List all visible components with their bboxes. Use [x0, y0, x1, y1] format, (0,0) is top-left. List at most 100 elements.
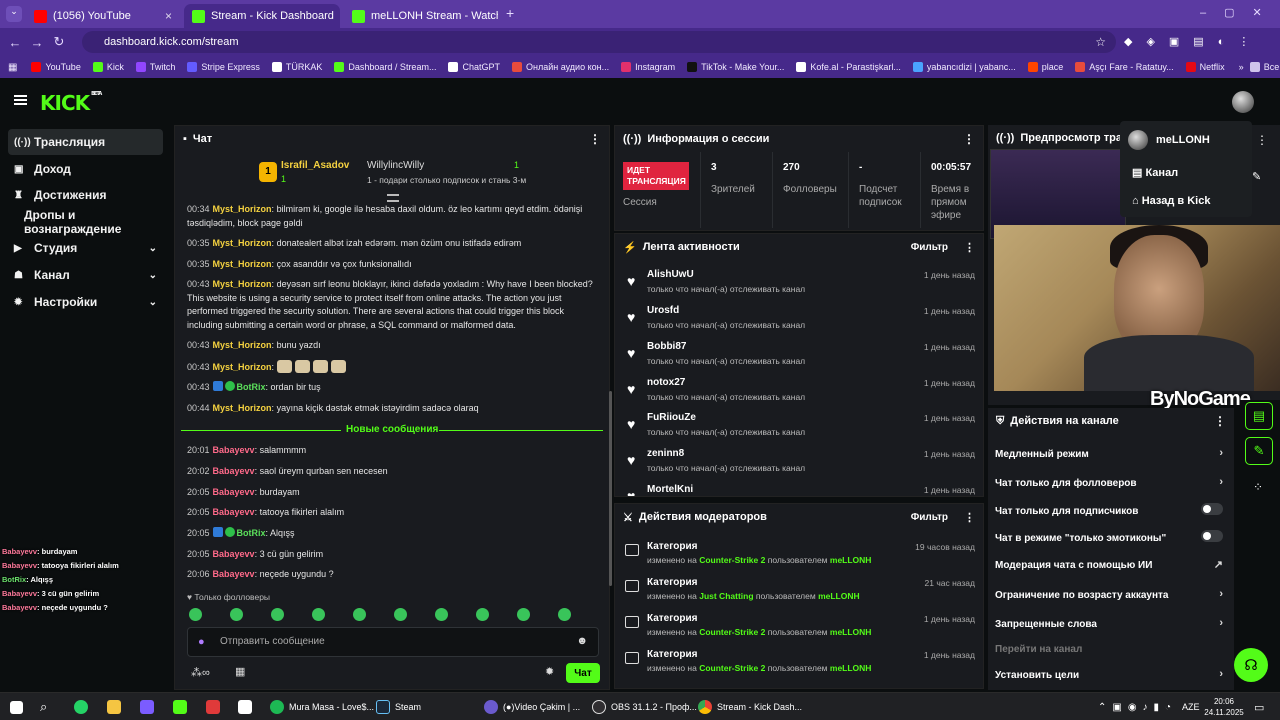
microphone-icon[interactable]: ● — [198, 636, 205, 648]
bookmark-dashboard[interactable]: Dashboard / Stream... — [328, 62, 442, 72]
emote-icon[interactable] — [435, 608, 448, 621]
emote-icon[interactable] — [353, 608, 366, 621]
bookmark-tiktok[interactable]: TikTok - Make Your... — [681, 62, 790, 72]
bookmark-yabanci[interactable]: yabancıdizi | yabanc... — [907, 62, 1022, 72]
emote-icon[interactable] — [517, 608, 530, 621]
bookmark-instagram[interactable]: Instagram — [615, 62, 681, 72]
whatsapp-icon[interactable] — [74, 697, 88, 717]
sidebar-item-studio[interactable]: ▶ Студия ⌄ — [8, 235, 163, 261]
bookmark-chatgpt[interactable]: ChatGPT — [442, 62, 506, 72]
sidebar-item-income[interactable]: ▣ Доход — [8, 156, 163, 182]
activity-item[interactable]: ♥ zeninn8 только что начал(-а) отслеживать… — [615, 446, 983, 482]
activity-item[interactable]: ♥ Bobbi87 только что начал(-а) отслеживать… — [615, 339, 983, 375]
bookmark-audio[interactable]: Онлайн аудио кон... — [506, 62, 615, 72]
close-tab-icon[interactable]: × — [165, 9, 172, 23]
back-icon[interactable]: ← — [4, 35, 26, 50]
bookmark-star-icon[interactable]: ☆ — [1095, 35, 1106, 49]
action-subscribers-only[interactable]: Чат только для подписчиков — [995, 503, 1227, 517]
bookmark-turkak[interactable]: TÜRKAK — [266, 62, 329, 72]
emote-icon[interactable] — [394, 608, 407, 621]
gift-icon[interactable]: ▦ — [235, 665, 245, 678]
mod-action-item[interactable]: Категория изменено на Counter-Strike 2 по… — [615, 647, 983, 683]
bookmark-place[interactable]: place — [1022, 62, 1070, 72]
filter-button[interactable]: Фильтр — [911, 512, 948, 523]
window-controls[interactable]: –▢✕ — [1200, 6, 1280, 19]
msg-user[interactable]: Myst_Horizon — [213, 362, 272, 372]
taskbar-spotify[interactable]: Mura Masa - Love$... — [270, 697, 374, 717]
extension-icons[interactable]: ◆◈▣▤◐⋮ — [1124, 35, 1263, 48]
gifter-name[interactable]: WillylincWilly — [367, 160, 424, 171]
mod-action-item[interactable]: Категория изменено на Counter-Strike 2 по… — [615, 611, 983, 647]
all-bookmarks[interactable]: Все закладки — [1244, 62, 1280, 72]
dropdown-back-to-kick[interactable]: ⌂ Назад в Kick — [1132, 195, 1210, 207]
reload-icon[interactable]: ↻ — [48, 34, 70, 50]
chat-scrollbar[interactable] — [609, 391, 612, 586]
preview-more-icon[interactable]: ⋮ — [1256, 133, 1268, 147]
msg-user[interactable]: Myst_Horizon — [213, 238, 272, 248]
action-age-restriction[interactable]: Ограничение по возрасту аккаунта › — [995, 588, 1227, 601]
emote-icon[interactable] — [476, 608, 489, 621]
action-go-to-channel[interactable]: Перейти на канал — [995, 644, 1227, 655]
emote-icon[interactable] — [189, 608, 202, 621]
bookmark-youtube[interactable]: YouTube — [25, 62, 86, 72]
gifter-name[interactable]: Israfil_Asadov — [281, 160, 349, 171]
activity-item[interactable]: ♥ FuRiiouZe только что начал(-а) отслежива… — [615, 410, 983, 446]
app-icon[interactable] — [206, 697, 220, 717]
tab-kick-watch[interactable]: meLLONH Stream - Watch Live × — [344, 4, 498, 28]
rail-button[interactable]: ▤ — [1245, 402, 1273, 430]
more-icon[interactable]: ⋮ — [964, 241, 975, 254]
chat-input[interactable]: ● Отправить сообщение ☻ — [187, 627, 599, 657]
action-emotes-only[interactable]: Чат в режиме "только эмотиконы" — [995, 530, 1227, 544]
msg-user[interactable]: Babayevv — [213, 445, 255, 455]
wrench-icon[interactable]: ✎ — [1245, 437, 1273, 465]
emote-icon[interactable] — [271, 608, 284, 621]
notifications-icon[interactable]: ▭ — [1254, 697, 1264, 717]
taskbar-chrome[interactable]: Stream - Kick Dash... — [698, 697, 802, 717]
action-followers-only[interactable]: Чат только для фолловеров › — [995, 476, 1227, 489]
taskbar-steam[interactable]: Steam — [376, 697, 421, 717]
emoji-icon[interactable]: ☻ — [576, 635, 588, 647]
action-set-goals[interactable]: Установить цели › — [995, 668, 1227, 681]
msg-user[interactable]: Myst_Horizon — [213, 279, 272, 289]
sidebar-item-settings[interactable]: ✹ Настройки ⌄ — [8, 289, 163, 315]
address-bar[interactable]: dashboard.kick.com/stream ☆ — [82, 31, 1116, 53]
more-icon[interactable]: ⋮ — [963, 132, 975, 146]
activity-item[interactable]: ♥ AlishUwU только что начал(-а) отслеживат… — [615, 267, 983, 303]
msg-user[interactable]: Myst_Horizon — [213, 403, 272, 413]
taskbar-obs[interactable]: OBS 31.1.2 - Проф... — [592, 697, 697, 717]
msg-user[interactable]: BotRix — [237, 528, 266, 538]
msg-user[interactable]: Myst_Horizon — [213, 204, 272, 214]
emote-icon[interactable] — [230, 608, 243, 621]
send-chat-button[interactable]: Чат — [566, 663, 600, 683]
action-banned-words[interactable]: Запрещенные слова › — [995, 617, 1227, 630]
action-slow-mode[interactable]: Медленный режим › — [995, 447, 1227, 460]
bookmark-stripe[interactable]: Stripe Express — [181, 62, 266, 72]
edit-icon[interactable]: ✎ — [1252, 170, 1261, 183]
capcut-icon[interactable] — [238, 697, 252, 717]
msg-user[interactable]: Myst_Horizon — [213, 340, 272, 350]
points-icon[interactable]: ⁂∞ — [191, 666, 210, 679]
new-tab-button[interactable]: + — [506, 5, 514, 21]
msg-user[interactable]: BotRix — [237, 382, 266, 392]
start-icon[interactable] — [10, 697, 23, 717]
tab-kick-dashboard[interactable]: Stream - Kick Dashboard × — [184, 4, 340, 28]
toggle-switch[interactable] — [1201, 530, 1223, 542]
bookmark-twitch[interactable]: Twitch — [130, 62, 182, 72]
sidebar-item-stream[interactable]: ((·)) Трансляция — [8, 129, 163, 155]
sidebar-item-channel[interactable]: ☗ Канал ⌄ — [8, 262, 163, 288]
msg-user[interactable]: Myst_Horizon — [213, 259, 272, 269]
tab-youtube[interactable]: (1056) YouTube × — [26, 4, 180, 28]
msg-user[interactable]: Babayevv — [213, 487, 255, 497]
msg-user[interactable]: Babayevv — [213, 466, 255, 476]
mod-action-item[interactable]: Категория изменено на Counter-Strike 2 по… — [615, 539, 983, 575]
msg-user[interactable]: Babayevv — [213, 507, 255, 517]
msg-user[interactable]: Babayevv — [213, 549, 255, 559]
more-icon[interactable]: ⋮ — [1214, 414, 1226, 428]
language-indicator[interactable]: AZE — [1182, 697, 1200, 717]
sidebar-item-achievements[interactable]: ♜ Достижения — [8, 182, 163, 208]
action-ai-moderation[interactable]: Модерация чата с помощью ИИ ↗ — [995, 559, 1227, 571]
search-icon[interactable]: ⌕ — [40, 697, 47, 717]
dots-icon[interactable]: ⁘ — [1253, 480, 1263, 494]
tab-search-button[interactable]: ⌄ — [6, 6, 22, 22]
taskbar-video[interactable]: (●)Video Çəkim | ... — [484, 697, 580, 717]
